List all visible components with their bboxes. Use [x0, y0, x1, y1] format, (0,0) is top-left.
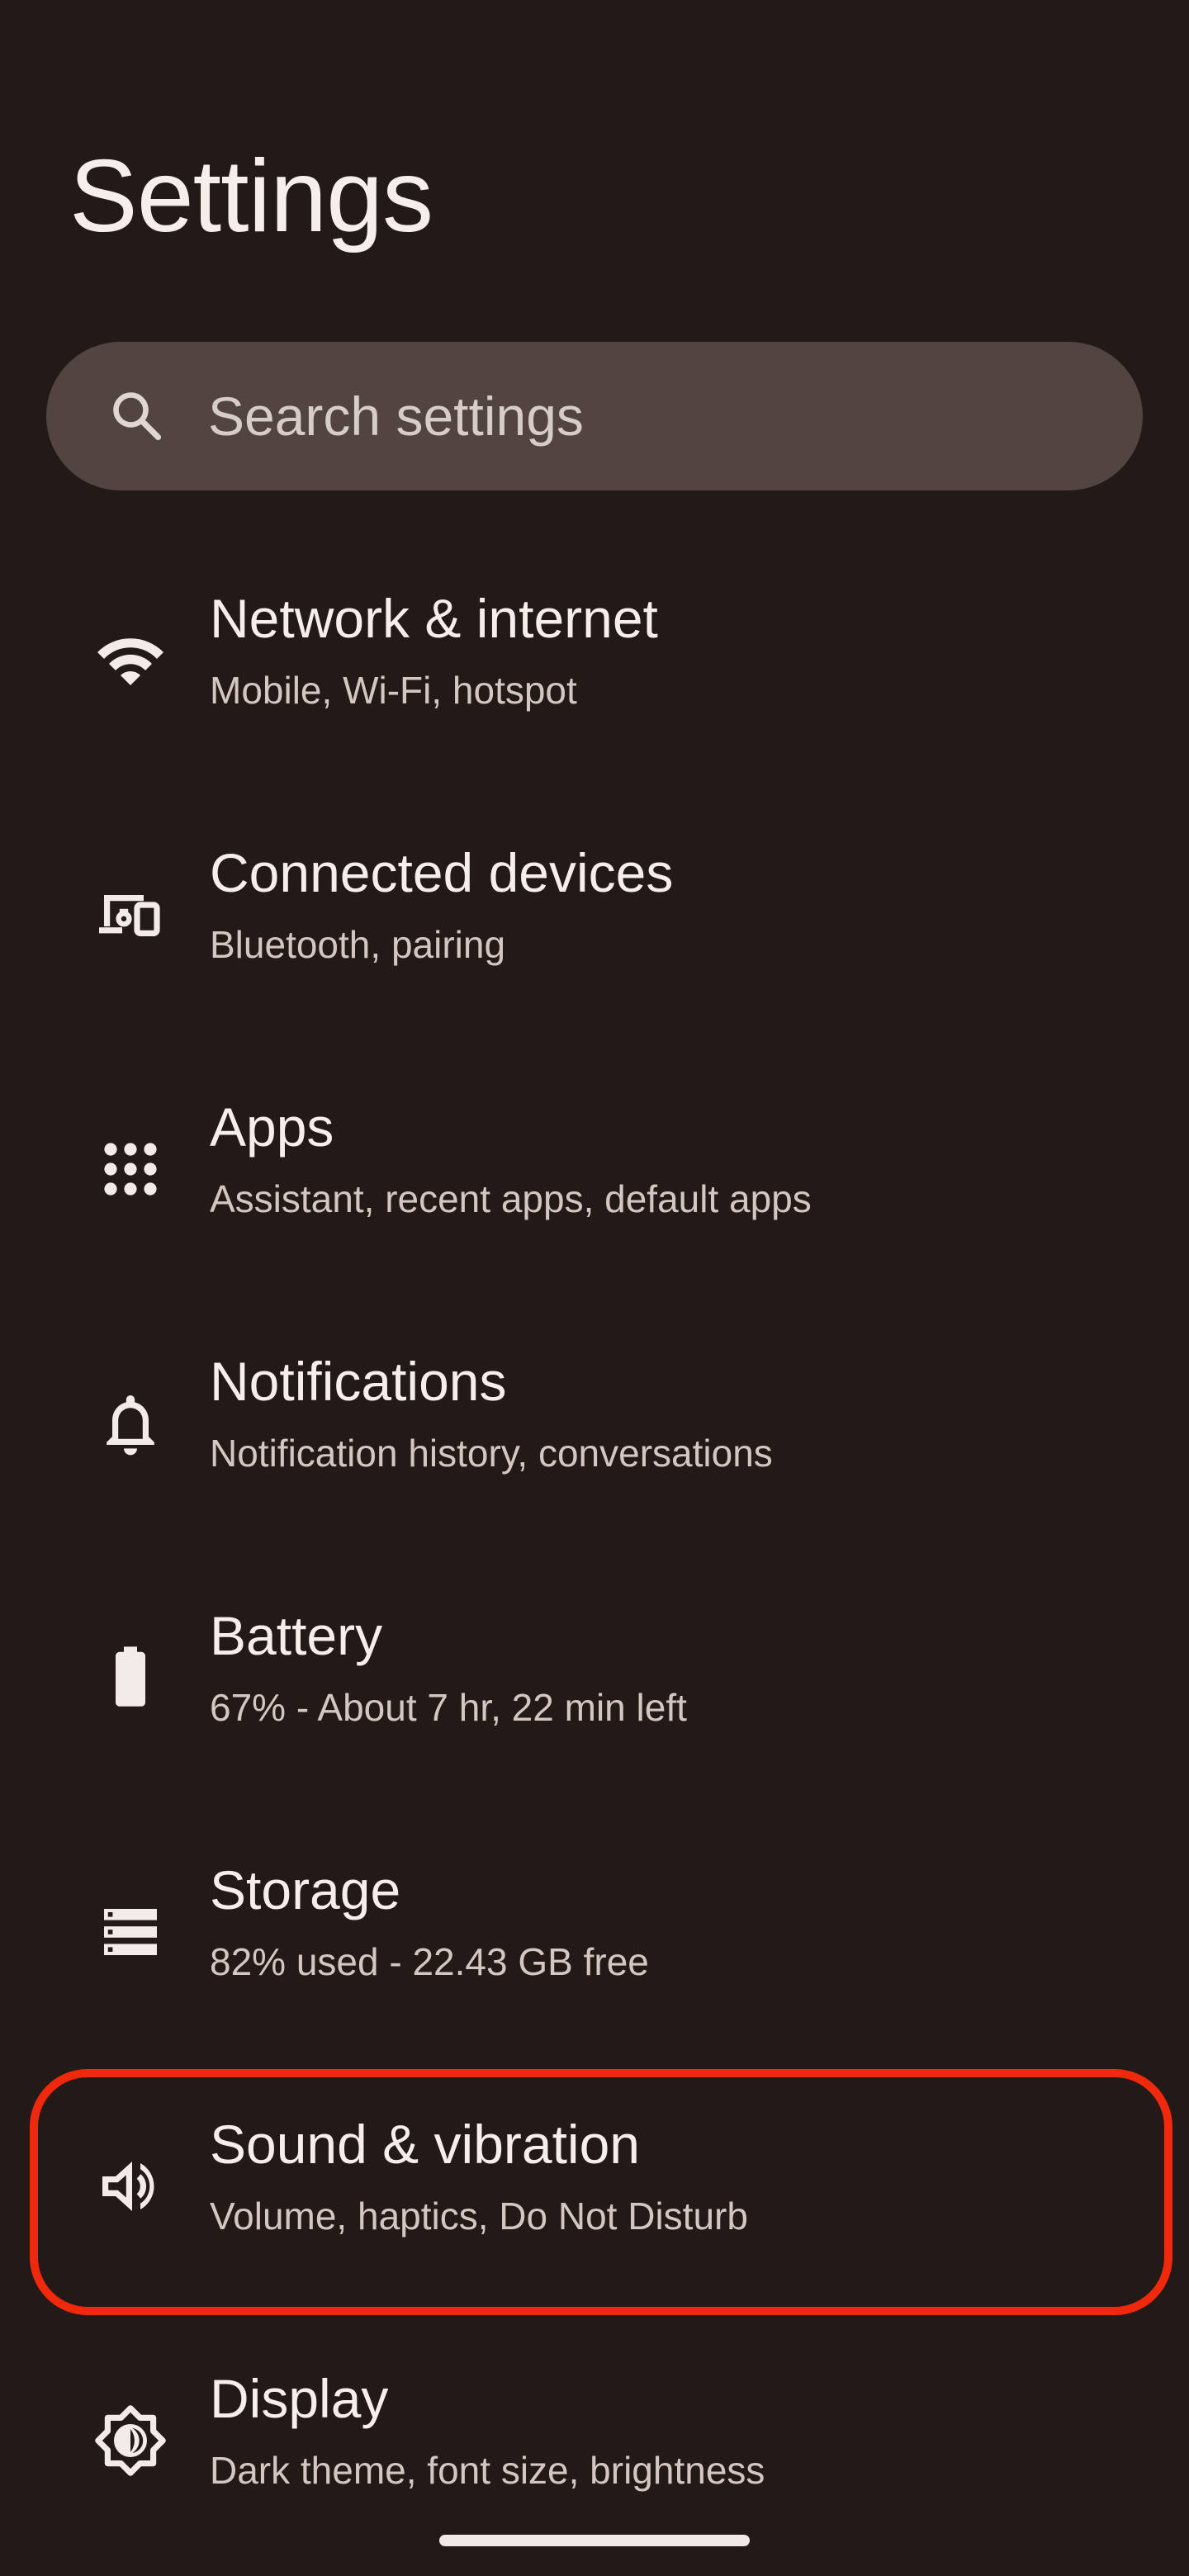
settings-item-subtitle: Bluetooth, pairing	[210, 923, 506, 966]
apps-grid-icon	[91, 1129, 170, 1209]
highlight-outline	[30, 2069, 1172, 2315]
search-icon[interactable]	[107, 386, 167, 446]
settings-item-display[interactable]: Display Dark theme, font size, brightnes…	[33, 2335, 1156, 2556]
navigation-handle[interactable]	[439, 2535, 750, 2546]
settings-item-subtitle: 67% - About 7 hr, 22 min left	[210, 1686, 687, 1729]
settings-item-title: Notifications	[210, 1351, 507, 1412]
settings-item-title: Connected devices	[210, 842, 674, 903]
settings-item-apps[interactable]: Apps Assistant, recent apps, default app…	[33, 1063, 1156, 1285]
settings-item-network[interactable]: Network & internet Mobile, Wi-Fi, hotspo…	[33, 555, 1156, 776]
settings-item-connected-devices[interactable]: Connected devices Bluetooth, pairing	[33, 809, 1156, 1030]
settings-item-subtitle: Dark theme, font size, brightness	[210, 2449, 765, 2492]
settings-item-storage[interactable]: Storage 82% used - 22.43 GB free	[33, 1826, 1156, 2048]
settings-item-title: Battery	[210, 1605, 383, 1666]
settings-item-notifications[interactable]: Notifications Notification history, conv…	[33, 1318, 1156, 1539]
settings-item-title: Display	[210, 2368, 389, 2429]
devices-icon	[91, 875, 170, 954]
wifi-icon	[91, 621, 170, 700]
settings-item-subtitle: 82% used - 22.43 GB free	[210, 1940, 649, 1983]
settings-item-title: Storage	[210, 1859, 401, 1920]
battery-icon	[91, 1638, 170, 1717]
settings-item-title: Network & internet	[210, 588, 658, 649]
settings-item-subtitle: Assistant, recent apps, default apps	[210, 1177, 812, 1220]
bell-icon	[91, 1384, 170, 1463]
brightness-icon	[91, 2401, 170, 2480]
settings-item-subtitle: Notification history, conversations	[210, 1432, 773, 1475]
storage-icon	[91, 1892, 170, 1972]
page-title: Settings	[69, 140, 433, 253]
settings-item-subtitle: Mobile, Wi-Fi, hotspot	[210, 669, 577, 712]
settings-item-title: Apps	[210, 1096, 334, 1158]
search-placeholder[interactable]: Search settings	[208, 385, 584, 447]
settings-item-battery[interactable]: Battery 67% - About 7 hr, 22 min left	[33, 1572, 1156, 1793]
